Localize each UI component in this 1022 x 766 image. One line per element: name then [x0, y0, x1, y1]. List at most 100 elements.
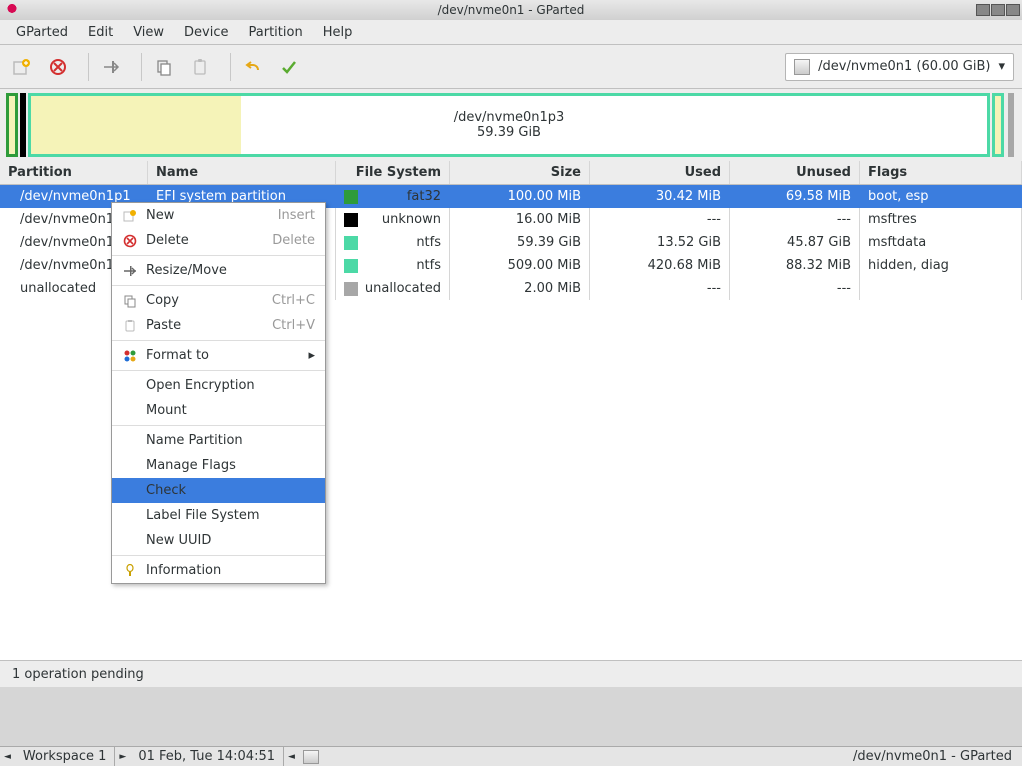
- col-filesystem[interactable]: File System: [336, 161, 450, 184]
- taskbar-nav-left[interactable]: ◄: [284, 752, 299, 762]
- graph-main-label2: 59.39 GiB: [454, 125, 565, 140]
- ctx-new-uuid[interactable]: New UUID: [112, 528, 325, 553]
- col-flags[interactable]: Flags: [860, 161, 1022, 184]
- menu-device[interactable]: Device: [174, 22, 238, 43]
- ctx-name-partition[interactable]: Name Partition: [112, 428, 325, 453]
- graph-seg-p1[interactable]: [6, 93, 18, 157]
- col-used[interactable]: Used: [590, 161, 730, 184]
- cell-size: 59.39 GiB: [450, 231, 590, 254]
- disk-icon: [794, 59, 810, 75]
- fs-color-swatch: [344, 259, 358, 273]
- cell-flags: hidden, diag: [860, 254, 1022, 277]
- fs-color-swatch: [344, 236, 358, 250]
- taskbar-left-arrow[interactable]: ◄: [0, 752, 15, 762]
- fs-color-swatch: [344, 213, 358, 227]
- ctx-label-fs[interactable]: Label File System: [112, 503, 325, 528]
- minimize-button[interactable]: [976, 4, 990, 16]
- graph-seg-p4[interactable]: [992, 93, 1004, 157]
- apply-button[interactable]: [275, 53, 303, 81]
- cell-used: 30.42 MiB: [590, 185, 730, 208]
- partition-graph: /dev/nvme0n1p3 59.39 GiB: [0, 89, 1022, 161]
- cell-flags: [860, 277, 1022, 300]
- window-titlebar: /dev/nvme0n1 - GParted: [0, 0, 1022, 20]
- table-header: Partition Name File System Size Used Unu…: [0, 161, 1022, 185]
- menu-edit[interactable]: Edit: [78, 22, 123, 43]
- context-menu: New Insert Delete Delete Resize/Move Cop…: [111, 202, 326, 584]
- debian-logo-icon: [4, 2, 20, 18]
- resize-icon: [122, 263, 138, 279]
- col-name[interactable]: Name: [148, 161, 336, 184]
- ctx-copy[interactable]: Copy Ctrl+C: [112, 288, 325, 313]
- menu-partition[interactable]: Partition: [239, 22, 313, 43]
- toolbar-separator: [88, 53, 89, 81]
- new-partition-button[interactable]: [8, 53, 36, 81]
- cell-flags: msftres: [860, 208, 1022, 231]
- graph-seg-p2[interactable]: [20, 93, 26, 157]
- workspace-switcher[interactable]: Workspace 1: [15, 747, 115, 766]
- statusbar: 1 operation pending: [0, 661, 1022, 687]
- cell-used: ---: [590, 277, 730, 300]
- menu-view[interactable]: View: [123, 22, 174, 43]
- graph-used-region: [31, 96, 241, 154]
- copy-icon: [122, 293, 138, 309]
- col-size[interactable]: Size: [450, 161, 590, 184]
- ctx-resize[interactable]: Resize/Move: [112, 258, 325, 283]
- cell-fs: unknown: [336, 208, 450, 231]
- taskbar-right-arrow[interactable]: ►: [115, 752, 130, 762]
- ctx-check[interactable]: Check: [112, 478, 325, 503]
- ctx-mount: Mount: [112, 398, 325, 423]
- new-icon: [122, 208, 138, 224]
- ctx-information[interactable]: Information: [112, 558, 325, 583]
- ctx-delete[interactable]: Delete Delete: [112, 228, 325, 253]
- fs-color-swatch: [344, 282, 358, 296]
- resize-move-button[interactable]: [97, 53, 125, 81]
- paste-button[interactable]: [186, 53, 214, 81]
- cell-fs: ntfs: [336, 254, 450, 277]
- ctx-manage-flags[interactable]: Manage Flags: [112, 453, 325, 478]
- taskbar: ◄ Workspace 1 ► 01 Feb, Tue 14:04:51 ◄ /…: [0, 746, 1022, 766]
- undo-button[interactable]: [239, 53, 267, 81]
- delete-icon: [122, 233, 138, 249]
- window-title: /dev/nvme0n1 - GParted: [438, 3, 585, 17]
- copy-button[interactable]: [150, 53, 178, 81]
- ctx-new: New Insert: [112, 203, 325, 228]
- cell-size: 2.00 MiB: [450, 277, 590, 300]
- toolbar-separator: [141, 53, 142, 81]
- graph-seg-unalloc[interactable]: [1008, 93, 1014, 157]
- taskbar-app-icon[interactable]: [303, 750, 319, 764]
- fs-color-swatch: [344, 190, 358, 204]
- cell-fs: unallocated: [336, 277, 450, 300]
- maximize-button[interactable]: [991, 4, 1005, 16]
- device-selector-label: /dev/nvme0n1 (60.00 GiB): [818, 59, 990, 74]
- col-partition[interactable]: Partition: [0, 161, 148, 184]
- submenu-arrow-icon: ▸: [308, 348, 315, 363]
- taskbar-app-title[interactable]: /dev/nvme0n1 - GParted: [843, 749, 1022, 764]
- menu-gparted[interactable]: GParted: [6, 22, 78, 43]
- cell-used: 13.52 GiB: [590, 231, 730, 254]
- ctx-paste: Paste Ctrl+V: [112, 313, 325, 338]
- cell-size: 16.00 MiB: [450, 208, 590, 231]
- cell-used: 420.68 MiB: [590, 254, 730, 277]
- menubar: GParted Edit View Device Partition Help: [0, 20, 1022, 45]
- cell-flags: boot, esp: [860, 185, 1022, 208]
- cell-flags: msftdata: [860, 231, 1022, 254]
- toolbar: /dev/nvme0n1 (60.00 GiB) ▾: [0, 45, 1022, 89]
- window-controls: [975, 4, 1020, 16]
- delete-partition-button[interactable]: [44, 53, 72, 81]
- menu-help[interactable]: Help: [313, 22, 363, 43]
- cell-fs: ntfs: [336, 231, 450, 254]
- toolbar-separator: [230, 53, 231, 81]
- cell-unused: 88.32 MiB: [730, 254, 860, 277]
- ctx-open-encryption: Open Encryption: [112, 373, 325, 398]
- cell-size: 100.00 MiB: [450, 185, 590, 208]
- taskbar-clock[interactable]: 01 Feb, Tue 14:04:51: [130, 747, 284, 766]
- ctx-format-to[interactable]: Format to ▸: [112, 343, 325, 368]
- close-button[interactable]: [1006, 4, 1020, 16]
- cell-used: ---: [590, 208, 730, 231]
- statusbar-text: 1 operation pending: [12, 667, 144, 682]
- device-selector[interactable]: /dev/nvme0n1 (60.00 GiB) ▾: [785, 53, 1014, 81]
- graph-seg-p3[interactable]: /dev/nvme0n1p3 59.39 GiB: [28, 93, 990, 157]
- cell-unused: 45.87 GiB: [730, 231, 860, 254]
- info-icon: [122, 563, 138, 579]
- col-unused[interactable]: Unused: [730, 161, 860, 184]
